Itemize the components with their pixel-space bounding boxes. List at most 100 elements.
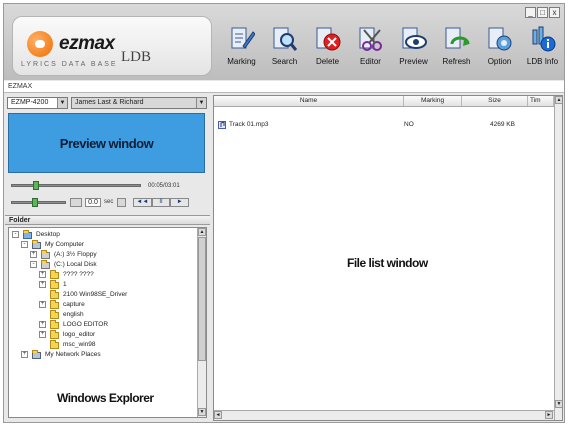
expand-icon[interactable]: + — [21, 351, 28, 358]
refresh-label: Refresh — [442, 57, 471, 66]
column-time[interactable]: Tim — [528, 96, 554, 106]
tree-node-label: (C:) Local Disk — [54, 261, 97, 268]
tree-node-label: msc_win98 — [63, 341, 96, 348]
collapse-icon[interactable]: - — [30, 261, 37, 268]
maximize-button[interactable]: □ — [537, 7, 548, 18]
tree-node-label: LOGO EDITOR — [63, 321, 109, 328]
marking-icon — [231, 27, 255, 49]
folder-icon — [50, 340, 59, 349]
collapse-icon[interactable]: - — [21, 241, 28, 248]
preview-window-label: Preview window — [59, 135, 154, 151]
tree-scroll-thumb[interactable] — [198, 237, 206, 361]
tree-node-label: capture — [63, 301, 85, 308]
computer-icon — [32, 240, 41, 249]
folder-icon — [50, 290, 59, 299]
expand-icon[interactable]: + — [30, 251, 37, 258]
ldb-info-button[interactable]: LDB Info — [521, 22, 564, 74]
chevron-down-icon: ▼ — [196, 98, 206, 108]
play-button[interactable]: ► — [170, 198, 190, 207]
folder-icon — [50, 330, 59, 339]
left-panel: EZMP-4200 ▼ James Last & Richard ▼ Previ… — [5, 95, 210, 421]
column-size[interactable]: Size — [462, 96, 528, 106]
file-size-cell: 4269 KB — [490, 121, 515, 128]
scroll-down-icon[interactable]: ▼ — [555, 400, 562, 408]
chevron-down-icon: ▼ — [57, 98, 67, 108]
header: ezmax LYRICS DATA BASE LDB _ □ x Marking — [4, 4, 564, 80]
search-label: Search — [271, 57, 298, 66]
audio-file-icon — [218, 121, 226, 129]
toolbar: Marking Search Delete Editor Preview Ref… — [220, 22, 564, 74]
transport-controls: ◄◄ II ► — [133, 198, 190, 207]
search-button[interactable]: Search — [263, 22, 306, 74]
column-name[interactable]: Name — [214, 96, 404, 106]
marking-label: Marking — [227, 57, 256, 66]
expand-icon[interactable]: + — [39, 331, 46, 338]
drive-icon — [41, 250, 50, 259]
playlist-select[interactable]: James Last & Richard ▼ — [71, 97, 207, 109]
tree-node-label: 1 — [63, 281, 67, 288]
desktop-icon — [23, 230, 32, 239]
collapse-icon[interactable]: - — [12, 231, 19, 238]
refresh-icon — [445, 27, 470, 49]
tree-node-label: (A:) 3½ Floppy — [54, 251, 97, 258]
windows-explorer-label: Windows Explorer — [57, 391, 154, 405]
sec-toggle-button[interactable] — [117, 198, 126, 207]
tree-node-label: My Network Places — [45, 351, 101, 358]
speed-unit: sec — [104, 199, 114, 205]
tree-node-label: Desktop — [36, 231, 60, 238]
speed-slider[interactable] — [11, 201, 66, 204]
info-icon — [532, 26, 556, 52]
preview-icon — [402, 27, 427, 49]
scroll-right-icon[interactable]: ► — [545, 411, 553, 419]
tree-vertical-scrollbar[interactable]: ▲ ▼ — [197, 228, 206, 417]
expand-icon[interactable]: + — [39, 321, 46, 328]
refresh-button[interactable]: Refresh — [435, 22, 478, 74]
file-list-horizontal-scrollbar[interactable]: ◄ ► — [214, 410, 554, 420]
tree-node-label: logo_editor — [63, 331, 96, 338]
speed-toggle-button[interactable] — [70, 198, 82, 207]
option-icon — [488, 27, 512, 51]
expand-icon[interactable]: + — [39, 281, 46, 288]
seek-slider[interactable] — [11, 184, 141, 187]
marking-button[interactable]: Marking — [220, 22, 263, 74]
device-row: EZMP-4200 ▼ James Last & Richard ▼ — [7, 97, 207, 109]
device-select-value: EZMP-4200 — [11, 99, 49, 106]
expand-icon[interactable]: + — [39, 301, 46, 308]
speed-value: 0.0 — [85, 198, 101, 207]
editor-icon — [359, 27, 382, 51]
folder-icon — [50, 310, 59, 319]
folder-icon — [50, 320, 59, 329]
scroll-down-icon[interactable]: ▼ — [198, 408, 206, 416]
pause-button[interactable]: II — [151, 198, 171, 207]
computer-icon — [32, 350, 41, 359]
scroll-left-icon[interactable]: ◄ — [214, 411, 222, 419]
option-label: Option — [487, 57, 512, 66]
file-list-vertical-scrollbar[interactable]: ▲ ▼ — [554, 96, 562, 420]
window-controls: _ □ x — [525, 7, 560, 18]
expand-icon[interactable]: + — [39, 271, 46, 278]
file-marking-cell: NO — [404, 121, 414, 128]
drive-icon — [41, 260, 50, 269]
tree-node-label: ???? ???? — [63, 271, 94, 278]
option-button[interactable]: Option — [478, 22, 521, 74]
speed-slider-handle[interactable] — [32, 198, 38, 207]
delete-label: Delete — [315, 57, 340, 66]
folder-tree: - Desktop - My Computer + (A:) 3½ Floppy - (C:)… — [8, 227, 207, 418]
scroll-up-icon[interactable]: ▲ — [198, 228, 206, 236]
editor-button[interactable]: Editor — [349, 22, 392, 74]
table-row[interactable]: Track 01.mp3 NO 4269 KB — [216, 120, 554, 130]
minimize-button[interactable]: _ — [525, 7, 536, 18]
column-marking[interactable]: Marking — [404, 96, 462, 106]
time-readout: 00:05/03:01 — [148, 183, 180, 189]
file-name-cell: Track 01.mp3 — [229, 121, 269, 128]
tree-node-label: 2100 Win98SE_Driver — [63, 291, 128, 298]
scroll-up-icon[interactable]: ▲ — [555, 96, 562, 104]
rewind-button[interactable]: ◄◄ — [133, 198, 152, 207]
preview-button[interactable]: Preview — [392, 22, 435, 74]
logo-text: ezmax — [59, 33, 115, 54]
seek-slider-handle[interactable] — [33, 181, 39, 190]
delete-button[interactable]: Delete — [306, 22, 349, 74]
window-title: EZMAX — [4, 81, 564, 93]
close-button[interactable]: x — [549, 7, 560, 18]
device-select[interactable]: EZMP-4200 ▼ — [7, 97, 68, 109]
